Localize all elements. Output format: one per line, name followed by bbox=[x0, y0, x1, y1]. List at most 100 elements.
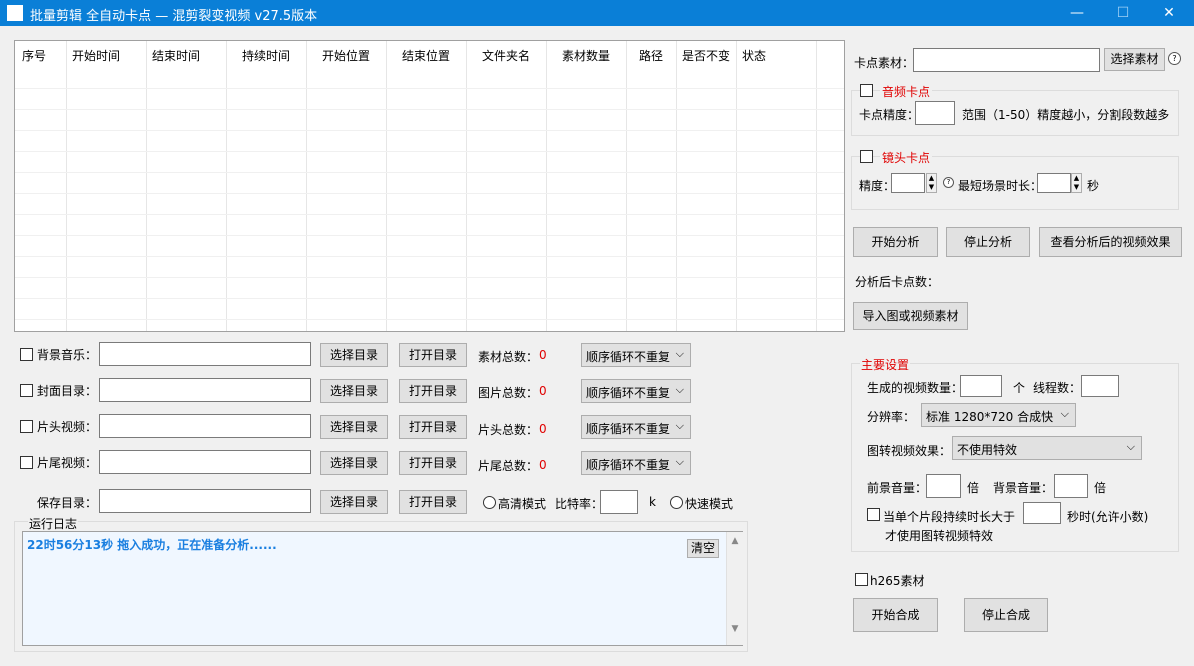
shot-precision-label: 精度： bbox=[859, 179, 896, 193]
shot-sync-checkbox[interactable] bbox=[860, 150, 873, 163]
scroll-up-icon[interactable]: ▲ bbox=[727, 536, 743, 546]
audio-sync-checkbox[interactable] bbox=[860, 84, 873, 97]
table-row bbox=[15, 235, 844, 236]
column-header-count[interactable]: 素材数量 bbox=[562, 47, 610, 64]
column-header-path[interactable]: 路径 bbox=[639, 47, 663, 64]
bgm-order-value: 顺序循环不重复 bbox=[586, 350, 671, 364]
close-button[interactable]: ✕ bbox=[1146, 0, 1192, 26]
outro-open-dir-button[interactable]: 打开目录 bbox=[399, 451, 467, 475]
log-textarea[interactable]: 22时56分13秒 拖入成功，正在准备分析...... 清空 ▲ ▼ bbox=[22, 531, 743, 646]
table-column bbox=[627, 41, 677, 331]
intro-path-input[interactable] bbox=[99, 414, 311, 438]
log-title: 运行日志 bbox=[28, 515, 79, 532]
bgm-checkbox[interactable] bbox=[20, 348, 33, 361]
bgm-open-dir-button[interactable]: 打开目录 bbox=[399, 343, 467, 367]
clip-duration-checkbox[interactable] bbox=[867, 508, 880, 521]
audio-range-hint: 范围（1-50）精度越小，分割段数越多 bbox=[962, 108, 1170, 122]
table-row bbox=[15, 151, 844, 152]
table-column bbox=[67, 41, 147, 331]
shot-precision-stepper[interactable]: ▲ ▼ bbox=[926, 173, 937, 193]
clip-duration-input[interactable] bbox=[1023, 502, 1061, 524]
outro-order-select[interactable]: 顺序循环不重复 ⌵ bbox=[581, 451, 691, 475]
stop-compose-button[interactable]: 停止合成 bbox=[964, 598, 1048, 632]
save-open-dir-button[interactable]: 打开目录 bbox=[399, 490, 467, 514]
bgm-order-select[interactable]: 顺序循环不重复 ⌵ bbox=[581, 343, 691, 367]
hd-mode-radio[interactable] bbox=[483, 496, 496, 509]
column-header-end-time[interactable]: 结束时间 bbox=[152, 47, 200, 64]
resolution-select[interactable]: 标准 1280*720 合成快 ⌵ bbox=[921, 403, 1076, 427]
intro-select-dir-button[interactable]: 选择目录 bbox=[320, 415, 388, 439]
save-dir-input[interactable] bbox=[99, 489, 311, 513]
bitrate-unit: k bbox=[649, 495, 656, 509]
column-header-index[interactable]: 序号 bbox=[22, 47, 46, 64]
table-column bbox=[547, 41, 627, 331]
effect-select[interactable]: 不使用特效 ⌵ bbox=[952, 436, 1142, 460]
bg-volume-input[interactable] bbox=[1054, 474, 1088, 498]
table-row bbox=[15, 109, 844, 110]
intro-order-select[interactable]: 顺序循环不重复 ⌵ bbox=[581, 415, 691, 439]
h265-checkbox[interactable] bbox=[855, 573, 868, 586]
bitrate-label: 比特率： bbox=[555, 497, 604, 511]
chevron-down-icon: ⌵ bbox=[675, 455, 684, 468]
outro-path-input[interactable] bbox=[99, 450, 311, 474]
log-clear-button[interactable]: 清空 bbox=[687, 539, 719, 558]
fg-volume-unit: 倍 bbox=[967, 481, 980, 495]
help-icon[interactable]: ? bbox=[1168, 52, 1181, 65]
cover-order-select[interactable]: 顺序循环不重复 ⌵ bbox=[581, 379, 691, 403]
bgm-path-input[interactable] bbox=[99, 342, 311, 366]
column-header-start-pos[interactable]: 开始位置 bbox=[322, 47, 370, 64]
outro-count-label: 片尾总数： bbox=[478, 459, 539, 473]
scroll-down-icon[interactable]: ▼ bbox=[727, 624, 743, 634]
points-count-label: 分析后卡点数： bbox=[855, 275, 940, 289]
column-header-unchanged[interactable]: 是否不变 bbox=[682, 47, 730, 64]
help-icon[interactable]: ? bbox=[943, 177, 954, 188]
minimize-button[interactable]: — bbox=[1054, 0, 1100, 26]
gen-count-unit: 个 bbox=[1013, 381, 1026, 395]
bgm-count-value: 0 bbox=[539, 348, 547, 362]
min-scene-stepper[interactable]: ▲ ▼ bbox=[1071, 173, 1082, 193]
stop-analysis-button[interactable]: 停止分析 bbox=[946, 227, 1030, 257]
column-header-status[interactable]: 状态 bbox=[742, 47, 766, 64]
column-header-folder[interactable]: 文件夹名 bbox=[482, 47, 530, 64]
audio-precision-input[interactable] bbox=[915, 101, 955, 125]
shot-precision-input[interactable] bbox=[891, 173, 925, 193]
table-row bbox=[15, 256, 844, 257]
task-table[interactable]: 序号 开始时间 结束时间 持续时间 开始位置 结束位置 文件夹名 素材数量 路径… bbox=[14, 40, 845, 332]
view-result-button[interactable]: 查看分析后的视频效果 bbox=[1039, 227, 1182, 257]
cover-open-dir-button[interactable]: 打开目录 bbox=[399, 379, 467, 403]
material-input[interactable] bbox=[913, 48, 1100, 72]
bitrate-input[interactable] bbox=[600, 490, 638, 514]
outro-checkbox[interactable] bbox=[20, 456, 33, 469]
start-compose-button[interactable]: 开始合成 bbox=[853, 598, 938, 632]
maximize-button[interactable]: ☐ bbox=[1100, 0, 1146, 26]
fast-mode-radio[interactable] bbox=[670, 496, 683, 509]
gen-count-input[interactable] bbox=[960, 375, 1002, 397]
table-row bbox=[15, 298, 844, 299]
fg-volume-input[interactable] bbox=[926, 474, 961, 498]
clip-duration-line2: 才使用图转视频特效 bbox=[885, 529, 994, 543]
table-column bbox=[227, 41, 307, 331]
table-column bbox=[467, 41, 547, 331]
cover-path-input[interactable] bbox=[99, 378, 311, 402]
intro-open-dir-button[interactable]: 打开目录 bbox=[399, 415, 467, 439]
table-column bbox=[737, 41, 817, 331]
column-header-start-time[interactable]: 开始时间 bbox=[72, 47, 120, 64]
table-column bbox=[147, 41, 227, 331]
bgm-select-dir-button[interactable]: 选择目录 bbox=[320, 343, 388, 367]
column-header-duration[interactable]: 持续时间 bbox=[242, 47, 290, 64]
threads-input[interactable] bbox=[1081, 375, 1119, 397]
log-scrollbar[interactable]: ▲ ▼ bbox=[726, 532, 743, 645]
save-select-dir-button[interactable]: 选择目录 bbox=[320, 490, 388, 514]
choose-material-button[interactable]: 选择素材 bbox=[1104, 48, 1165, 71]
outro-select-dir-button[interactable]: 选择目录 bbox=[320, 451, 388, 475]
column-header-end-pos[interactable]: 结束位置 bbox=[402, 47, 450, 64]
bgm-label: 背景音乐： bbox=[37, 348, 98, 362]
log-message: 22时56分13秒 拖入成功，正在准备分析...... bbox=[27, 538, 277, 552]
cover-select-dir-button[interactable]: 选择目录 bbox=[320, 379, 388, 403]
min-scene-input[interactable] bbox=[1037, 173, 1071, 193]
start-analysis-button[interactable]: 开始分析 bbox=[853, 227, 938, 257]
import-material-button[interactable]: 导入图或视频素材 bbox=[853, 302, 968, 330]
cover-checkbox[interactable] bbox=[20, 384, 33, 397]
intro-checkbox[interactable] bbox=[20, 420, 33, 433]
intro-count-label: 片头总数： bbox=[478, 423, 539, 437]
